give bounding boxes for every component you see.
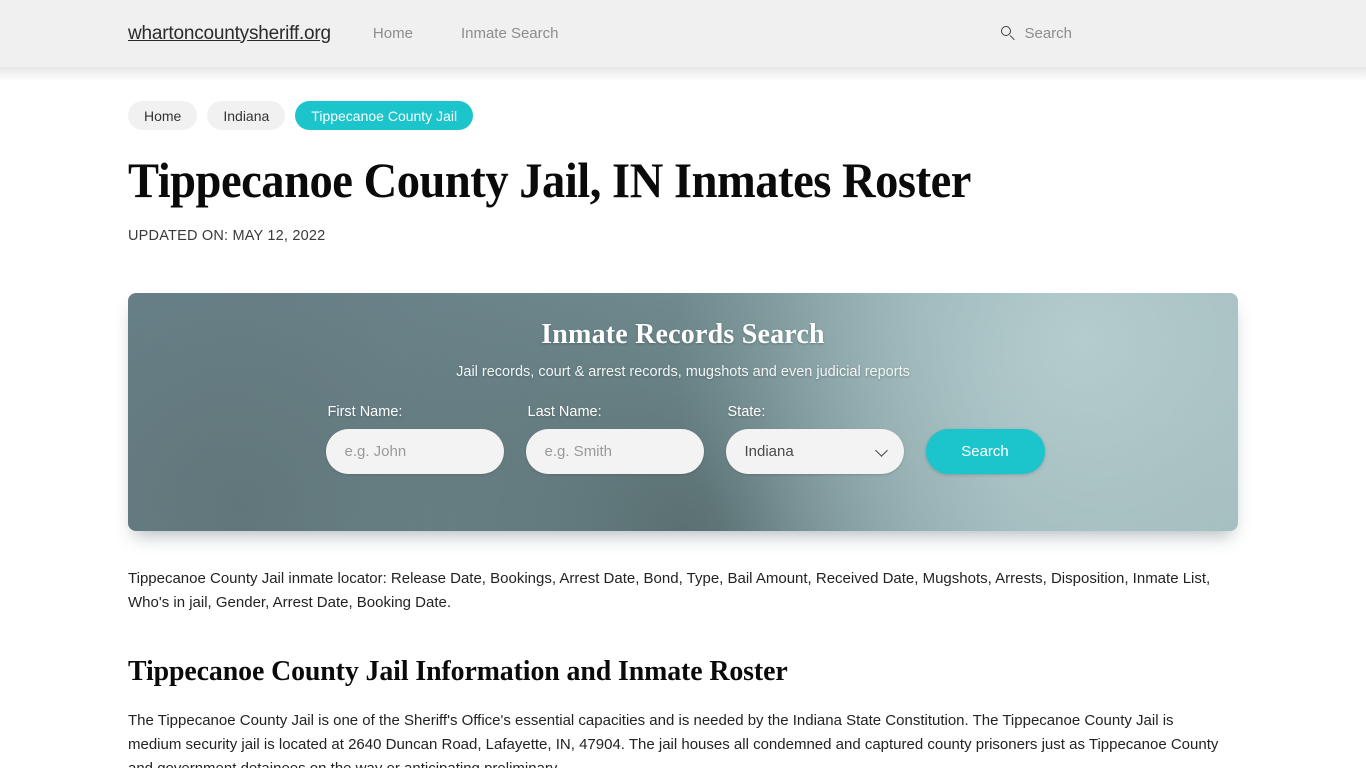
breadcrumb-item-tippecanoe-county-jail[interactable]: Tippecanoe County Jail [295,101,474,130]
breadcrumb-item-home[interactable]: Home [128,101,198,130]
last-name-label: Last Name: [527,404,602,420]
updated-on-text: UPDATED ON: MAY 12, 2022 [128,228,326,244]
lead-paragraph: Tippecanoe County Jail inmate locator: R… [128,570,1211,612]
state-select-wrap: Indiana [725,429,904,474]
breadcrumb-item-indiana[interactable]: Indiana [207,101,286,130]
site-brand[interactable]: whartoncountysheriff.org [128,23,331,45]
last-name-input[interactable] [525,429,704,474]
search-submit-button[interactable]: Search [925,429,1045,474]
state-field-group: State: Indiana [725,404,904,474]
inmate-records-search-card: Inmate Records Search Jail records, cour… [128,293,1238,531]
section-heading: Tippecanoe County Jail Information and I… [128,654,788,687]
first-name-input[interactable] [325,429,504,474]
header-search-label: Search [1024,25,1072,42]
first-name-label: First Name: [327,404,403,420]
inmate-search-form: First Name: Last Name: State: Indiana Se… [128,404,1238,474]
nav-item-inmate-search[interactable]: Inmate Search [461,25,559,42]
state-select[interactable]: Indiana [725,429,904,474]
state-label: State: [727,404,766,420]
last-name-field-group: Last Name: [525,404,704,474]
hero-title: Inmate Records Search [541,319,825,350]
first-name-field-group: First Name: [325,404,504,474]
header-search-trigger[interactable]: Search [1001,25,1072,42]
page-container: Home Indiana Tippecanoe County Jail Tipp… [0,101,1366,768]
hero-subtitle: Jail records, court & arrest records, mu… [456,364,910,380]
body-paragraph: The Tippecanoe County Jail is one of the… [128,711,1219,768]
breadcrumb: Home Indiana Tippecanoe County Jail [128,101,1238,130]
page-title: Tippecanoe County Jail, IN Inmates Roste… [128,152,971,208]
site-header: whartoncountysheriff.org Home Inmate Sea… [0,0,1366,81]
nav-item-home[interactable]: Home [373,25,413,42]
main-nav: Home Inmate Search [373,25,559,42]
search-icon [1001,26,1016,41]
